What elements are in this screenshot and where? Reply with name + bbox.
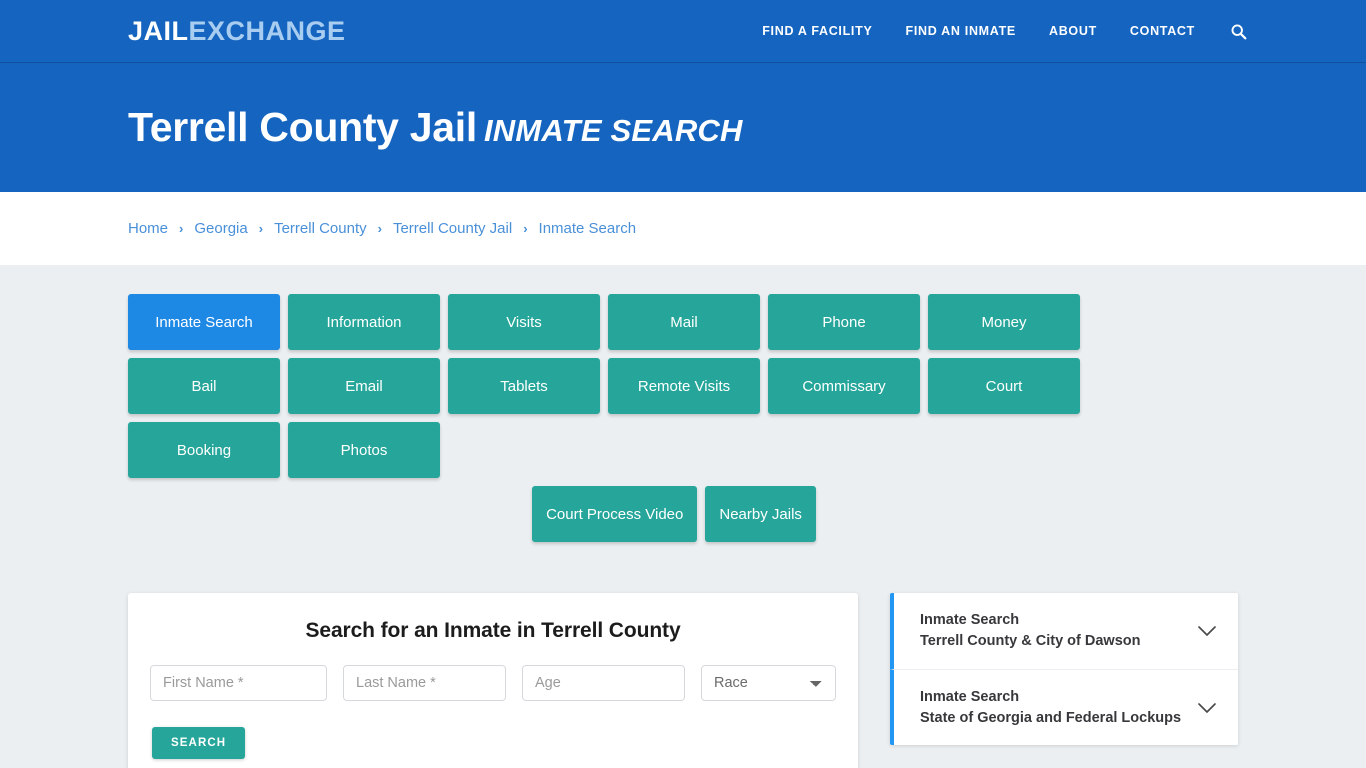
last-name-input[interactable] [343, 665, 506, 701]
sidebar-panel-text: Inmate Search State of Georgia and Feder… [920, 687, 1196, 728]
tab-visits[interactable]: Visits [448, 294, 600, 350]
breadcrumb-item-terrell-county-jail[interactable]: Terrell County Jail [393, 220, 512, 237]
page-title: Terrell County Jail INMATE SEARCH [128, 107, 743, 148]
race-select[interactable]: Race [701, 665, 836, 701]
sidebar-accordion: Inmate Search Terrell County & City of D… [890, 593, 1238, 745]
page-content: Inmate Search Information Visits Mail Ph… [0, 265, 1366, 768]
page-hero: Terrell County Jail INMATE SEARCH [0, 63, 1366, 192]
tab-mail[interactable]: Mail [608, 294, 760, 350]
breadcrumb-separator-icon: › [523, 221, 528, 236]
tab-booking[interactable]: Booking [128, 422, 280, 478]
nav-item-about[interactable]: ABOUT [1049, 24, 1097, 38]
breadcrumb-separator-icon: › [258, 221, 264, 236]
tab-information[interactable]: Information [288, 294, 440, 350]
sidebar-panel-text: Inmate Search Terrell County & City of D… [920, 610, 1196, 651]
facility-tab-grid: Inmate Search Information Visits Mail Ph… [128, 294, 1238, 478]
chevron-down-icon[interactable] [1196, 620, 1218, 642]
nav-item-find-an-inmate[interactable]: FIND AN INMATE [905, 24, 1015, 38]
tab-email[interactable]: Email [288, 358, 440, 414]
chevron-down-icon[interactable] [1196, 697, 1218, 719]
breadcrumb: Home › Georgia › Terrell County › Terrel… [128, 220, 636, 237]
tab-court[interactable]: Court [928, 358, 1080, 414]
primary-nav: FIND A FACILITY FIND AN INMATE ABOUT CON… [762, 21, 1248, 41]
logo-text-exchange: EXCHANGE [188, 15, 346, 46]
tab-photos[interactable]: Photos [288, 422, 440, 478]
age-input[interactable] [522, 665, 685, 701]
tab-money[interactable]: Money [928, 294, 1080, 350]
sidebar-panel-county-inmate-search[interactable]: Inmate Search Terrell County & City of D… [890, 593, 1238, 669]
tab-tablets[interactable]: Tablets [448, 358, 600, 414]
sidebar-panel-state-inmate-search[interactable]: Inmate Search State of Georgia and Feder… [890, 669, 1238, 745]
inmate-search-card: Search for an Inmate in Terrell County R… [128, 593, 858, 768]
tab-inmate-search[interactable]: Inmate Search [128, 294, 280, 350]
sidebar-panel-subtitle: State of Georgia and Federal Lockups [920, 709, 1182, 726]
facility-tab-grid-row-3: Court Process Video Nearby Jails [128, 486, 1220, 542]
tab-bail[interactable]: Bail [128, 358, 280, 414]
nav-item-find-a-facility[interactable]: FIND A FACILITY [762, 24, 872, 38]
search-icon[interactable] [1228, 21, 1248, 41]
sidebar-panel-title: Inmate Search [920, 688, 1020, 705]
nav-item-contact[interactable]: CONTACT [1130, 24, 1195, 38]
sidebar-panel-subtitle: Terrell County & City of Dawson [920, 633, 1141, 649]
breadcrumb-item-inmate-search: Inmate Search [538, 220, 637, 237]
logo-text-jail: JAIL [128, 15, 189, 46]
breadcrumb-item-terrell-county[interactable]: Terrell County [274, 220, 367, 237]
breadcrumb-separator-icon: › [377, 221, 382, 236]
top-navigation-bar: JAILEXCHANGE FIND A FACILITY FIND AN INM… [0, 0, 1366, 63]
search-field-row: Race [150, 665, 836, 701]
main-area: Search for an Inmate in Terrell County R… [128, 593, 1238, 768]
tab-remote-visits[interactable]: Remote Visits [608, 358, 760, 414]
search-card-heading: Search for an Inmate in Terrell County [305, 619, 681, 642]
breadcrumb-item-home[interactable]: Home [128, 220, 168, 237]
tab-phone[interactable]: Phone [768, 294, 920, 350]
tab-nearby-jails[interactable]: Nearby Jails [705, 486, 816, 542]
page-title-section: INMATE SEARCH [483, 113, 743, 148]
breadcrumb-bar: Home › Georgia › Terrell County › Terrel… [0, 192, 1366, 265]
content-container: Inmate Search Information Visits Mail Ph… [128, 294, 1238, 768]
sidebar-panel-title: Inmate Search [920, 612, 1020, 629]
tab-commissary[interactable]: Commissary [768, 358, 920, 414]
breadcrumb-item-georgia[interactable]: Georgia [194, 220, 247, 237]
first-name-input[interactable] [150, 665, 327, 701]
site-logo[interactable]: JAILEXCHANGE [128, 15, 346, 46]
tab-court-process-video[interactable]: Court Process Video [532, 486, 698, 542]
page-title-facility: Terrell County Jail [128, 104, 477, 150]
search-submit-button[interactable]: SEARCH [152, 727, 246, 759]
left-column: Search for an Inmate in Terrell County R… [128, 593, 858, 768]
breadcrumb-separator-icon: › [179, 221, 184, 236]
